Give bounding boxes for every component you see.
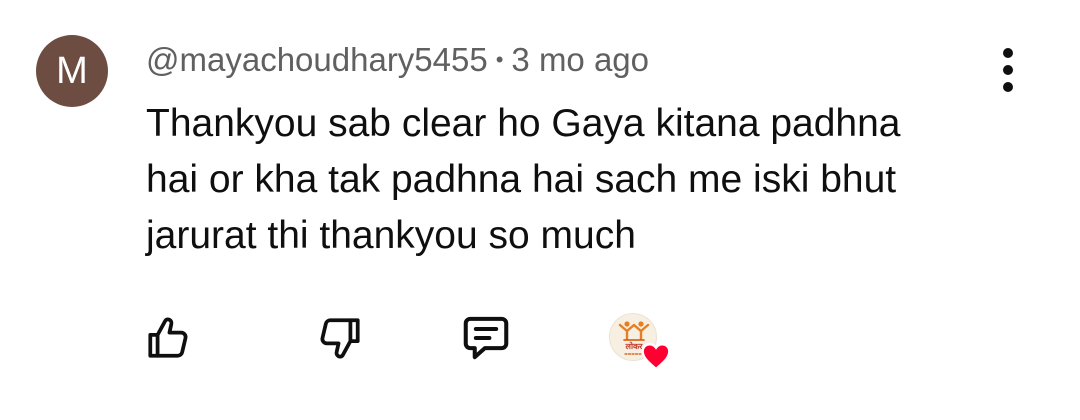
avatar[interactable]: M: [36, 35, 108, 107]
comment-icon: [463, 316, 509, 360]
comment-text-line: hai or kha tak padhna hai sach me iski b…: [146, 158, 897, 201]
heart-icon: [641, 343, 671, 370]
comment-text-line: jarurat thi thankyou so much: [146, 214, 636, 257]
more-vertical-icon: [1003, 48, 1013, 58]
reply-button[interactable]: [458, 310, 514, 366]
avatar-letter: M: [56, 50, 88, 92]
thumbs-up-icon: [148, 317, 188, 358]
more-options-button[interactable]: [988, 46, 1028, 94]
meta-separator: •: [495, 47, 504, 72]
creator-heart: लोकर: [606, 310, 672, 370]
comment-text: Thankyou sab clear ho Gaya kitana padhna…: [146, 96, 1006, 264]
comment-header: @mayachoudhary5455 • 3 mo ago: [146, 38, 649, 82]
comment-text-line: Thankyou sab clear ho Gaya kitana padhna: [146, 102, 901, 145]
thumbs-down-icon: [320, 318, 360, 359]
like-button[interactable]: [140, 310, 196, 366]
dislike-button[interactable]: [312, 310, 368, 366]
author-name[interactable]: @mayachoudhary5455: [146, 41, 488, 79]
comment-time: 3 mo ago: [511, 41, 650, 78]
comment-thread: M @mayachoudhary5455 • 3 mo ago Thankyou…: [0, 0, 1080, 420]
